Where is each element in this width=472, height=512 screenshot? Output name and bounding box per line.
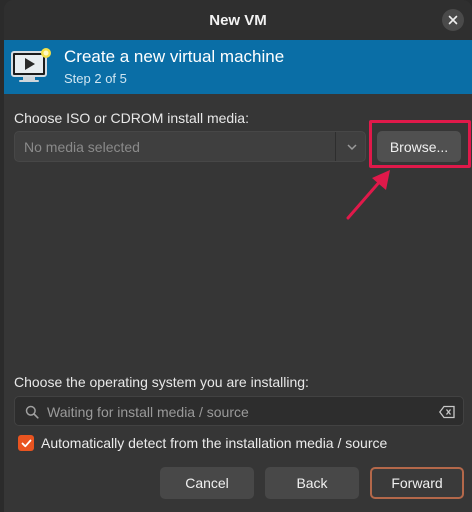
install-media-value: No media selected <box>24 139 140 155</box>
browse-highlight-box <box>369 120 471 168</box>
install-media-combo[interactable]: No media selected <box>14 131 366 162</box>
back-button[interactable]: Back <box>265 467 359 499</box>
new-vm-window: New VM Create a new virtual machine Step… <box>4 0 472 512</box>
clear-icon[interactable] <box>439 405 455 419</box>
close-button[interactable] <box>442 9 464 31</box>
chevron-down-icon[interactable] <box>346 141 358 153</box>
window-title: New VM <box>209 12 267 29</box>
banner-title: Create a new virtual machine <box>64 47 285 66</box>
auto-detect-checkbox[interactable] <box>18 435 34 451</box>
search-icon <box>25 405 39 419</box>
vm-monitor-icon <box>11 48 51 82</box>
arrow-icon <box>346 170 390 220</box>
os-label: Choose the operating system you are inst… <box>14 374 309 390</box>
os-search-input[interactable] <box>47 402 427 422</box>
cancel-button[interactable]: Cancel <box>160 467 254 499</box>
title-bar: New VM <box>4 0 472 40</box>
combo-divider <box>335 132 336 161</box>
install-media-label: Choose ISO or CDROM install media: <box>14 110 249 126</box>
forward-button[interactable]: Forward <box>370 467 464 499</box>
auto-detect-label[interactable]: Automatically detect from the installati… <box>41 435 387 451</box>
wizard-banner: Create a new virtual machine Step 2 of 5 <box>4 40 472 94</box>
os-search-field[interactable] <box>14 396 464 426</box>
step-indicator: Step 2 of 5 <box>64 71 127 86</box>
check-icon <box>21 439 31 447</box>
close-icon <box>448 15 458 25</box>
